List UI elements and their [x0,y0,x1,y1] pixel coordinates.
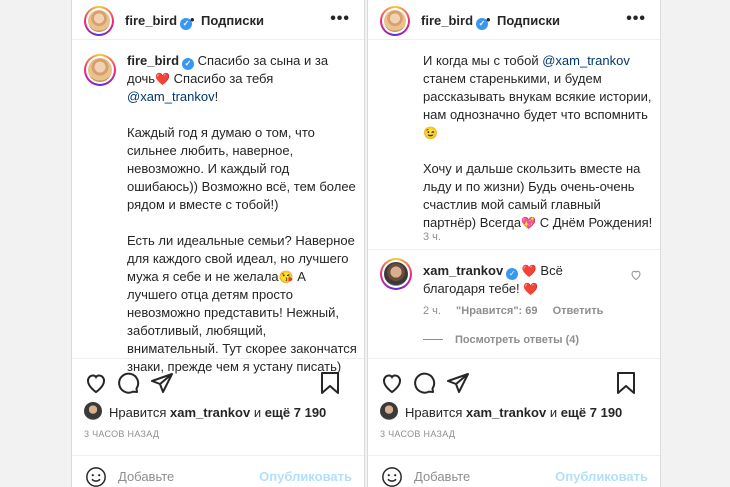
likes-summary[interactable]: Нравится xam_trankov и ещё 7 190 [109,405,326,420]
divider [368,249,660,250]
post-panel-left: fire_bird ✓ • Подписки ••• fire_bird ✓ Спа… [71,0,365,487]
comment-box: Добавьте Опубликовать [72,455,364,487]
comment-item: xam_trankov ✓ ❤️ Всё благодаря тебе! ❤️ [423,262,613,298]
likes-summary[interactable]: Нравится xam_trankov и ещё 7 190 [405,405,622,420]
post-header: fire_bird ✓ • Подписки ••• [368,0,660,40]
caption-text: Есть ли идеальные семьи? Наверное для ка… [127,233,355,284]
comment-input[interactable]: Добавьте [118,469,174,484]
following-button[interactable]: Подписки [497,13,560,28]
post-caption: fire_bird ✓ Спасибо за сына и за дочь❤️ С… [127,52,357,394]
separator-dot: • [486,12,491,27]
caption-paragraph: Каждый год я думаю о том, что сильнее лю… [127,125,356,212]
bookmark-icon[interactable] [318,371,342,395]
caption-username[interactable]: fire_bird ✓ [127,53,195,70]
post-timestamp: 3 ЧАСОВ НАЗАД [380,429,456,439]
action-bar [72,358,364,408]
emoji-picker-icon[interactable] [85,466,107,487]
liker-avatar[interactable] [84,402,102,420]
verified-icon: ✓ [182,58,195,70]
post-caption: И когда мы с тобой @xam_trankov станем с… [423,52,653,250]
post-header: fire_bird ✓ • Подписки ••• [72,0,364,40]
comment-input[interactable]: Добавьте [414,469,470,484]
author-avatar[interactable] [380,6,410,36]
kiss-emoji: 😘 [278,270,294,284]
mention-link[interactable]: @xam_trankov [542,53,630,68]
caption-text: И когда мы с тобой [423,53,543,68]
caption-avatar[interactable] [84,54,116,86]
caption-text: ! [214,89,219,104]
heart-emoji: ❤️ [155,72,171,86]
post-timestamp: 3 ЧАСОВ НАЗАД [84,429,160,439]
author-username[interactable]: fire_bird ✓ [125,13,193,30]
comment-box: Добавьте Опубликовать [368,455,660,487]
following-button[interactable]: Подписки [201,13,264,28]
reply-button[interactable]: Ответить [553,305,604,317]
wink-emoji: 😉 [423,126,438,140]
verified-icon: ✓ [506,268,519,280]
sparkling-heart-emoji: 💖 [521,216,537,230]
emoji-picker-icon[interactable] [381,466,403,487]
heart-emoji: ❤️ [521,264,537,278]
comment-meta: 2 ч. "Нравится": 69 Ответить [423,305,615,317]
commenter-username[interactable]: xam_trankov [423,263,503,278]
heart-emoji: ❤️ [523,282,539,296]
post-panel-right: fire_bird ✓ • Подписки ••• И когда мы с т… [367,0,661,487]
caption-text: С Днём Рождения! [536,215,653,230]
commenter-avatar[interactable] [380,258,412,290]
comment-like-heart-icon[interactable] [630,269,642,281]
caption-text: станем старенькими, и будем рассказывать… [423,71,652,122]
replies-line [423,339,443,340]
share-icon[interactable] [446,371,470,395]
author-username[interactable]: fire_bird ✓ [421,13,489,30]
publish-button[interactable]: Опубликовать [259,469,352,484]
comment-time: 2 ч. [423,305,441,317]
caption-time: 3 ч. [423,231,441,243]
bookmark-icon[interactable] [614,371,638,395]
comment-icon[interactable] [116,371,140,395]
action-bar [368,358,660,408]
like-heart-icon[interactable] [380,371,404,395]
liker-avatar[interactable] [380,402,398,420]
separator-dot: • [190,12,195,27]
comment-like-count[interactable]: "Нравится": 69 [456,305,537,317]
comment-icon[interactable] [412,371,436,395]
more-options-icon[interactable]: ••• [330,10,350,28]
view-replies-button[interactable]: Посмотреть ответы (4) [423,334,579,346]
publish-button[interactable]: Опубликовать [555,469,648,484]
more-options-icon[interactable]: ••• [626,10,646,28]
like-heart-icon[interactable] [84,371,108,395]
mention-link[interactable]: @xam_trankov [127,89,215,104]
caption-text: Спасибо за тебя [170,71,274,86]
author-avatar[interactable] [84,6,114,36]
share-icon[interactable] [150,371,174,395]
